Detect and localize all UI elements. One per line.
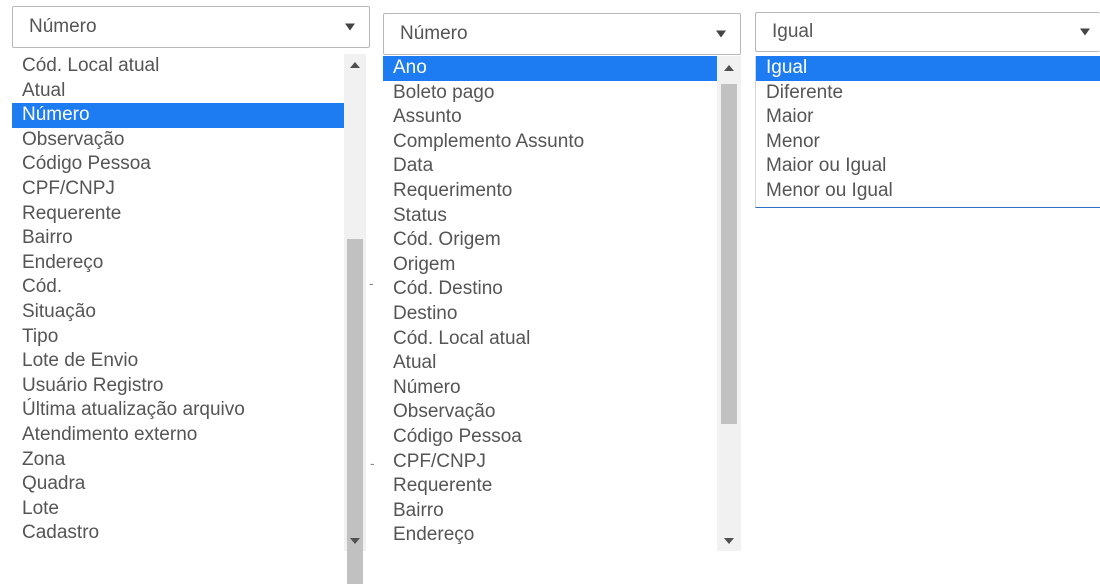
column-select-2-list[interactable]: Ano Boleto pago Assunto Complemento Assunto… — [383, 56, 743, 551]
column-option[interactable]: Observação — [383, 400, 717, 425]
scroll-up-arrow-icon[interactable] — [724, 65, 734, 71]
column-option[interactable]: Cód. Origem — [383, 228, 717, 253]
column-option[interactable]: Código Pessoa — [383, 425, 717, 450]
field-option[interactable]: Número — [12, 103, 344, 128]
operator-select-3-list[interactable]: Igual Diferente Maior Menor Maior ou Igual Me… — [755, 56, 1100, 208]
field-option[interactable]: Atual — [12, 79, 344, 104]
operator-option[interactable]: Maior ou Igual — [756, 154, 1100, 179]
field-option[interactable]: Atendimento externo — [12, 423, 344, 448]
column-option[interactable]: Bairro — [383, 499, 717, 524]
operator-option[interactable]: Igual — [756, 56, 1100, 81]
column-option[interactable]: Endereço — [383, 523, 717, 548]
field-select-1-list[interactable]: Cód. Local atual Atual Número Observação Cód… — [12, 54, 370, 551]
scroll-down-arrow-icon[interactable] — [350, 538, 360, 544]
field-option[interactable]: Cód. — [12, 275, 344, 300]
operator-option[interactable]: Menor — [756, 130, 1100, 155]
scroll-down-arrow-icon[interactable] — [724, 538, 734, 544]
column-option[interactable]: Destino — [383, 302, 717, 327]
field-option[interactable]: Quadra — [12, 472, 344, 497]
operator-select-3-value: Igual — [772, 21, 814, 42]
field-option[interactable]: Usuário Registro — [12, 374, 344, 399]
column-option[interactable]: Requerimento — [383, 179, 717, 204]
scrollbar-thumb[interactable] — [721, 84, 737, 424]
column-option[interactable]: Cód. Local atual — [383, 327, 717, 352]
field-option[interactable]: Bairro — [12, 226, 344, 251]
field-option[interactable]: Endereço — [12, 251, 344, 276]
field-option[interactable]: Tipo — [12, 325, 344, 350]
column-option[interactable]: Cód. Destino — [383, 277, 717, 302]
column-select-2-scrollbar[interactable] — [717, 56, 741, 551]
field-select-1-value: Número — [29, 16, 97, 37]
column-option[interactable]: Data — [383, 154, 717, 179]
column-option[interactable]: Status — [383, 204, 717, 229]
field-option[interactable]: Lote de Envio — [12, 349, 344, 374]
field-option[interactable]: Situação — [12, 300, 344, 325]
operator-option[interactable]: Menor ou Igual — [756, 179, 1100, 204]
column-option[interactable]: Número — [383, 376, 717, 401]
column-option[interactable]: Requerente — [383, 474, 717, 499]
chevron-down-icon[interactable] — [345, 23, 355, 31]
chevron-down-icon[interactable] — [1080, 28, 1090, 36]
field-option[interactable]: Requerente — [12, 202, 344, 227]
chevron-down-icon[interactable] — [716, 30, 726, 38]
field-select-1[interactable]: Número — [12, 6, 370, 48]
operator-select-3[interactable]: Igual — [755, 12, 1100, 52]
column-option[interactable]: Atual — [383, 351, 717, 376]
field-option[interactable]: Código Pessoa — [12, 152, 344, 177]
field-option[interactable]: Observação — [12, 128, 344, 153]
operator-option[interactable]: Maior — [756, 105, 1100, 130]
scrollbar-thumb[interactable] — [347, 239, 363, 584]
field-select-1-scrollbar[interactable] — [344, 54, 366, 584]
column-select-2-value: Número — [400, 23, 468, 44]
background-fragment: - — [370, 455, 375, 471]
column-option[interactable]: CPF/CNPJ — [383, 450, 717, 475]
field-option[interactable]: Cadastro — [12, 521, 344, 546]
operator-option[interactable]: Diferente — [756, 81, 1100, 106]
field-option[interactable]: Lote — [12, 497, 344, 522]
column-select-2[interactable]: Número — [383, 13, 741, 55]
field-option[interactable]: Cód. Local atual — [12, 54, 344, 79]
scroll-up-arrow-icon[interactable] — [350, 62, 360, 68]
field-option[interactable]: CPF/CNPJ — [12, 177, 344, 202]
field-option[interactable]: Zona — [12, 448, 344, 473]
field-option[interactable]: Última atualização arquivo — [12, 398, 344, 423]
column-option[interactable]: Complemento Assunto — [383, 130, 717, 155]
column-option[interactable]: Ano — [383, 56, 717, 81]
column-option[interactable]: Assunto — [383, 105, 717, 130]
background-fragment: - — [369, 275, 374, 291]
column-option[interactable]: Boleto pago — [383, 81, 717, 106]
column-option[interactable]: Origem — [383, 253, 717, 278]
